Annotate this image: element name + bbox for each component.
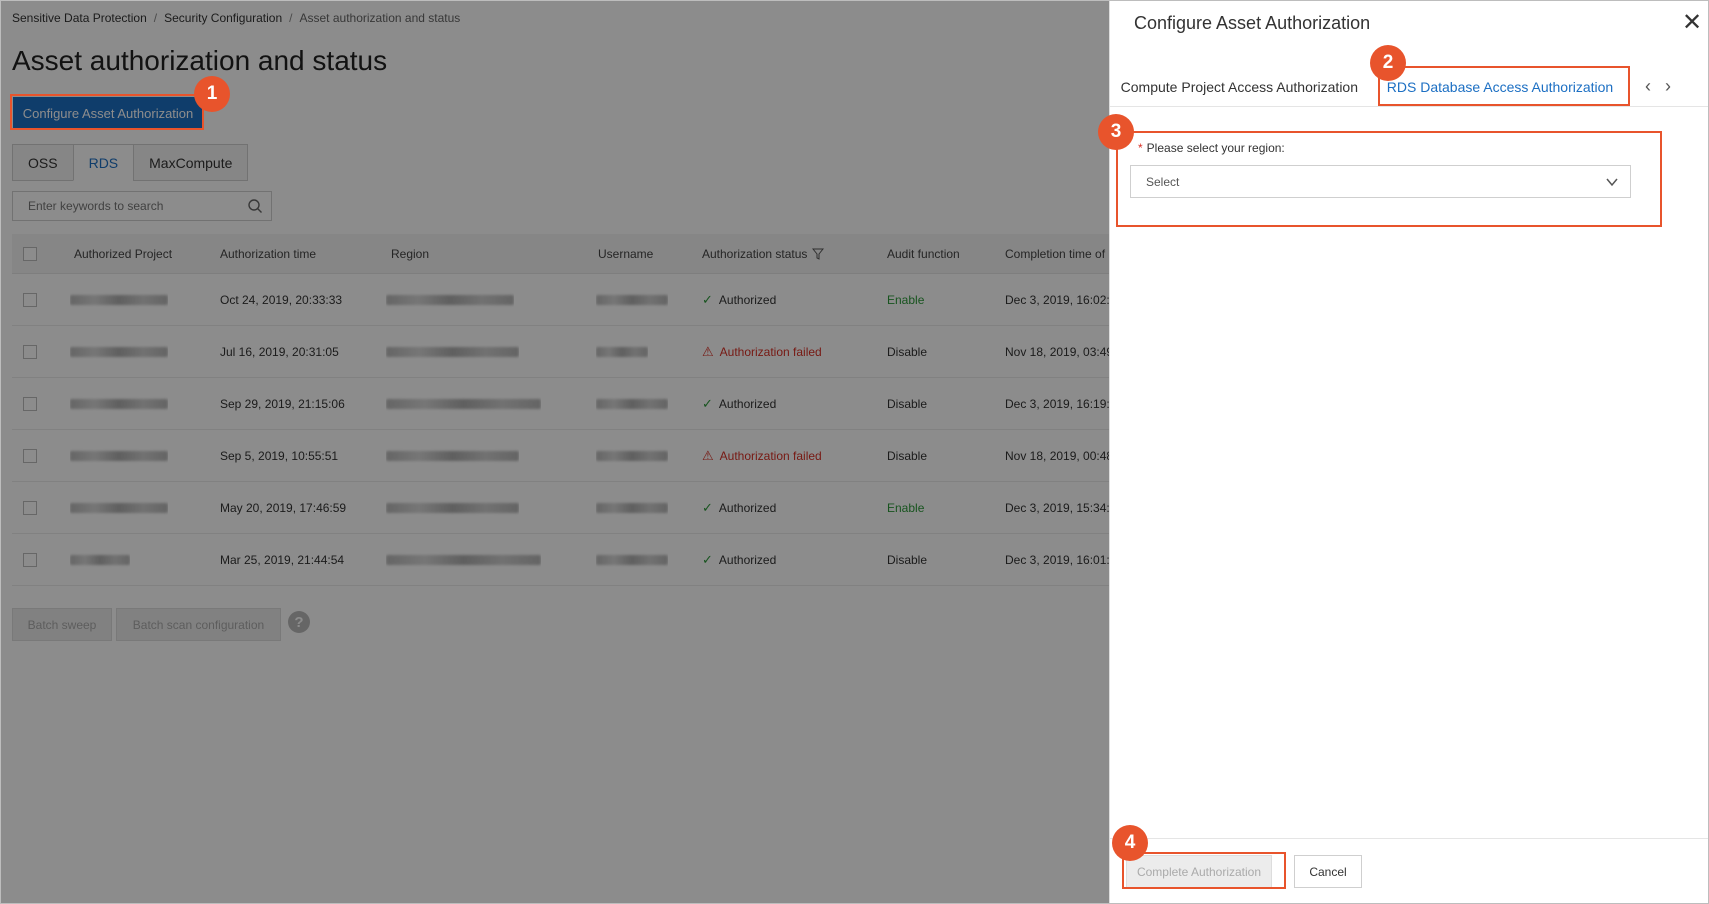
tab-compute-project-access[interactable]: Compute Project Access Authorization xyxy=(1110,66,1370,107)
callout-badge-2: 2 xyxy=(1370,45,1406,81)
callout-badge-3: 3 xyxy=(1098,114,1134,150)
configure-asset-authorization-drawer: Configure Asset Authorization ✕ Compute … xyxy=(1098,1,1708,903)
page-frame: Sensitive Data Protection / Security Confi… xyxy=(0,0,1709,904)
region-select[interactable]: Select xyxy=(1130,165,1631,198)
chevron-right-icon[interactable]: › xyxy=(1665,76,1671,97)
chevron-down-icon xyxy=(1606,178,1618,187)
required-mark: * xyxy=(1138,141,1143,155)
modal-overlay[interactable] xyxy=(1,1,1109,903)
region-select-value: Select xyxy=(1146,174,1180,189)
region-label: * Please select your region: xyxy=(1138,141,1285,155)
callout-badge-1: 1 xyxy=(194,76,230,112)
chevron-left-icon[interactable]: ‹ xyxy=(1645,76,1651,97)
tab-rds-database-access[interactable]: RDS Database Access Authorization xyxy=(1380,66,1620,107)
complete-authorization-button[interactable]: Complete Authorization xyxy=(1126,855,1272,888)
drawer-title: Configure Asset Authorization xyxy=(1134,13,1371,33)
callout-badge-4: 4 xyxy=(1112,825,1148,861)
cancel-button[interactable]: Cancel xyxy=(1294,855,1362,888)
drawer-tabs: Compute Project Access Authorization RDS… xyxy=(1110,66,1708,107)
drawer-footer-divider xyxy=(1110,838,1708,839)
close-icon[interactable]: ✕ xyxy=(1680,11,1704,35)
